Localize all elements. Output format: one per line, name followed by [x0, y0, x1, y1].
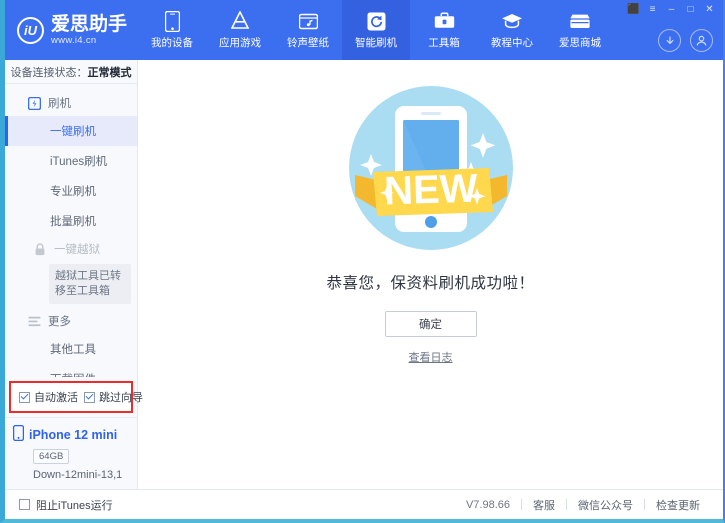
device-name-row: iPhone 12 mini: [13, 425, 137, 444]
sidebar-item-label: 批量刷机: [50, 213, 96, 229]
ringtone-wallpaper-icon: [297, 10, 319, 32]
flash-options-highlight: 自动激活 跳过向导: [9, 381, 133, 413]
sidebar-item-label: iTunes刷机: [50, 153, 107, 169]
wechat-account-link[interactable]: 微信公众号: [567, 497, 644, 513]
toolbox-icon: [433, 10, 455, 32]
tutorial-icon: [501, 10, 523, 32]
device-name: iPhone 12 mini: [29, 428, 117, 442]
header-actions: [658, 29, 713, 52]
auto-activate-checkbox[interactable]: 自动激活: [19, 389, 78, 405]
device-identifier: Down-12mini-13,1: [33, 469, 137, 481]
sidebar-item-other-tools[interactable]: 其他工具: [5, 334, 137, 364]
flash-group-icon: [27, 96, 41, 110]
customer-service-link[interactable]: 客服: [522, 497, 566, 513]
sidebar-item-label: 一键越狱: [54, 241, 100, 257]
sidebar-item-one-key-jailbreak: 一键越狱: [5, 236, 137, 262]
nav-item-ringtone-wallpaper[interactable]: 铃声壁纸: [274, 0, 342, 60]
success-message: 恭喜您，保资料刷机成功啦！: [326, 271, 534, 293]
apps-games-icon: [229, 10, 251, 32]
block-itunes-checkbox[interactable]: 阻止iTunes运行: [19, 497, 113, 513]
nav-label: 爱思商城: [559, 35, 601, 50]
app-body: 设备连接状态：正常模式 刷机 一键刷机 iTunes刷机 专业刷机: [5, 60, 723, 489]
status-bar-links: V7.98.66 客服 微信公众号 检查更新: [455, 497, 711, 513]
jailbreak-moved-tip: 越狱工具已转移至工具箱: [49, 264, 131, 304]
nav-item-smart-flash[interactable]: 智能刷机: [342, 0, 410, 60]
sidebar-item-one-key-flash[interactable]: 一键刷机: [5, 116, 137, 146]
nav-label: 铃声壁纸: [287, 35, 329, 50]
minimize-icon[interactable]: –: [663, 2, 680, 16]
smart-flash-icon: [365, 10, 387, 32]
sidebar-group-label: 刷机: [48, 95, 71, 111]
sidebar-item-label: 一键刷机: [50, 123, 96, 139]
store-icon: [569, 10, 591, 32]
logo-mark-icon: iU: [17, 17, 44, 44]
sidebar-item-label: 下载固件: [50, 371, 96, 377]
sidebar-item-itunes-flash[interactable]: iTunes刷机: [5, 146, 137, 176]
brand-url: www.i4.cn: [51, 36, 127, 46]
nav-label: 教程中心: [491, 35, 533, 50]
maximize-icon[interactable]: □: [682, 2, 699, 16]
checkbox-box: [19, 499, 30, 510]
nav-item-apps-games[interactable]: 应用游戏: [206, 0, 274, 60]
device-capacity: 64GB: [33, 449, 69, 464]
device-info[interactable]: iPhone 12 mini 64GB Down-12mini-13,1: [5, 417, 137, 489]
nav-item-tutorial[interactable]: 教程中心: [478, 0, 546, 60]
block-itunes-label: 阻止iTunes运行: [36, 497, 113, 513]
more-group-icon: [27, 314, 41, 328]
connection-status-value: 正常模式: [88, 64, 132, 80]
lock-icon: [33, 242, 47, 256]
main-content: NEW 恭喜您，保资料刷机成功啦！ 确定 查看日志: [138, 60, 723, 489]
sidebar-item-download-firmware[interactable]: 下载固件: [5, 364, 137, 377]
confirm-button[interactable]: 确定: [385, 311, 477, 337]
device-phone-icon: [13, 425, 24, 444]
sidebar-item-pro-flash[interactable]: 专业刷机: [5, 176, 137, 206]
auto-activate-label: 自动激活: [34, 389, 78, 405]
brand-text: 爱思助手 www.i4.cn: [51, 15, 127, 46]
nav-item-store[interactable]: 爱思商城: [546, 0, 614, 60]
check-update-link[interactable]: 检查更新: [645, 497, 711, 513]
sidebar: 设备连接状态：正常模式 刷机 一键刷机 iTunes刷机 专业刷机: [5, 60, 138, 489]
sidebar-group-more: 更多: [5, 308, 137, 334]
checkbox-box: [84, 392, 95, 403]
app-window: iU 爱思助手 www.i4.cn 我的设备 应用游戏: [0, 0, 725, 523]
nav-label: 我的设备: [151, 35, 193, 50]
connection-status: 设备连接状态：正常模式: [5, 60, 137, 84]
nav-label: 应用游戏: [219, 35, 261, 50]
sidebar-item-batch-flash[interactable]: 批量刷机: [5, 206, 137, 236]
skip-wizard-checkbox[interactable]: 跳过向导: [84, 389, 143, 405]
connection-status-label: 设备连接状态：: [11, 64, 88, 80]
skip-wizard-label: 跳过向导: [99, 389, 143, 405]
status-bar: 阻止iTunes运行 V7.98.66 客服 微信公众号 检查更新: [5, 489, 723, 519]
brand-name: 爱思助手: [51, 15, 127, 34]
nav-label: 智能刷机: [355, 35, 397, 50]
sidebar-item-label: 其他工具: [50, 341, 96, 357]
nav-label: 工具箱: [428, 35, 460, 50]
skin-icon[interactable]: ⬛: [625, 2, 642, 16]
window-controls: ⬛ ≡ – □ ✕: [625, 2, 718, 16]
sidebar-menu: 刷机 一键刷机 iTunes刷机 专业刷机 批量刷机: [5, 84, 137, 377]
view-log-link[interactable]: 查看日志: [409, 349, 453, 365]
close-icon[interactable]: ✕: [701, 2, 718, 16]
sidebar-item-label: 专业刷机: [50, 183, 96, 199]
sidebar-group-flash: 刷机: [5, 90, 137, 116]
new-badge-text: NEW: [383, 167, 478, 214]
app-header: iU 爱思助手 www.i4.cn 我的设备 应用游戏: [5, 0, 723, 60]
checkbox-box: [19, 392, 30, 403]
new-badge-illustration: NEW: [311, 78, 551, 263]
account-icon[interactable]: [690, 29, 713, 52]
version-label: V7.98.66: [455, 499, 521, 511]
nav-item-toolbox[interactable]: 工具箱: [410, 0, 478, 60]
brand-logo: iU 爱思助手 www.i4.cn: [5, 0, 138, 60]
menu-icon[interactable]: ≡: [644, 2, 661, 16]
phone-icon: [161, 10, 183, 32]
sidebar-group-label: 更多: [48, 313, 71, 329]
download-icon[interactable]: [658, 29, 681, 52]
nav-item-my-device[interactable]: 我的设备: [138, 0, 206, 60]
